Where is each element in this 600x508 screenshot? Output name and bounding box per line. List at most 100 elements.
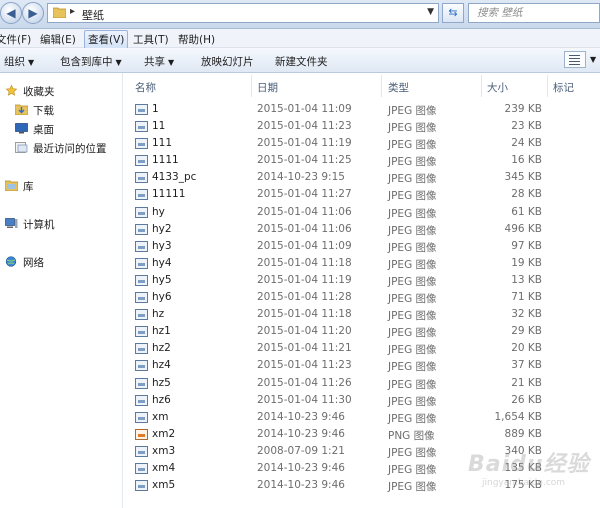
- file-row[interactable]: hy4 2015-01-04 11:18 JPEG 图像 19 KB: [123, 255, 600, 272]
- file-size: 21 KB: [511, 376, 542, 389]
- file-row[interactable]: 111 2015-01-04 11:19 JPEG 图像 24 KB: [123, 135, 600, 152]
- file-row[interactable]: 11 2015-01-04 11:23 JPEG 图像 23 KB: [123, 118, 600, 135]
- file-date: 2015-01-04 11:23: [257, 120, 352, 133]
- organize-button[interactable]: 组织 ▼: [4, 54, 34, 69]
- file-type: JPEG 图像: [388, 156, 437, 169]
- menu-view[interactable]: 查看(V): [84, 30, 129, 49]
- search-input[interactable]: 搜索 壁纸: [468, 3, 600, 23]
- file-row[interactable]: hz1 2015-01-04 11:20 JPEG 图像 29 KB: [123, 323, 600, 340]
- file-row[interactable]: 11111 2015-01-04 11:27 JPEG 图像 28 KB: [123, 186, 600, 203]
- file-type: PNG 图像: [388, 429, 435, 442]
- chevron-down-icon[interactable]: ▼: [590, 55, 596, 64]
- new-folder-button[interactable]: 新建文件夹: [275, 54, 328, 69]
- command-bar: 组织 ▼ 包含到库中 ▼ 共享 ▼ 放映幻灯片 新建文件夹 ▼: [0, 48, 600, 73]
- file-type: JPEG 图像: [388, 105, 437, 117]
- file-row[interactable]: hy3 2015-01-04 11:09 JPEG 图像 97 KB: [123, 238, 600, 255]
- library-icon: [5, 180, 18, 191]
- file-name: 111: [152, 137, 173, 150]
- file-row[interactable]: hz2 2015-01-04 11:21 JPEG 图像 20 KB: [123, 340, 600, 357]
- file-row[interactable]: hy5 2015-01-04 11:19 JPEG 图像 13 KB: [123, 272, 600, 289]
- column-size-header[interactable]: 大小: [487, 80, 508, 95]
- navigation-pane: 收藏夹 下载 桌面 最近访问的位置 库 计算机 网络: [0, 73, 123, 508]
- file-size: 496 KB: [504, 222, 542, 235]
- recent-places-icon: [15, 142, 28, 153]
- file-date: 2014-10-23 9:46: [257, 427, 345, 440]
- file-type: JPEG 图像: [388, 446, 437, 459]
- column-type-header[interactable]: 类型: [388, 80, 409, 95]
- file-name: 1: [152, 103, 159, 115]
- file-row[interactable]: hy2 2015-01-04 11:06 JPEG 图像 496 KB: [123, 221, 600, 238]
- file-name: hz: [152, 308, 165, 321]
- address-dropdown-icon[interactable]: ▼: [427, 7, 434, 17]
- file-type: JPEG 图像: [388, 139, 437, 152]
- file-row[interactable]: hy6 2015-01-04 11:28 JPEG 图像 71 KB: [123, 289, 600, 306]
- file-row[interactable]: xm 2014-10-23 9:46 JPEG 图像 1,654 KB: [123, 409, 600, 426]
- file-row[interactable]: hz4 2015-01-04 11:23 JPEG 图像 37 KB: [123, 357, 600, 374]
- jpeg-file-icon: [135, 480, 148, 492]
- file-name: xm4: [152, 461, 176, 474]
- folder-icon: [53, 7, 66, 18]
- file-size: 71 KB: [511, 291, 542, 304]
- file-name: 11111: [152, 188, 186, 201]
- view-options-button[interactable]: [564, 51, 586, 68]
- file-row[interactable]: hz5 2015-01-04 11:26 JPEG 图像 21 KB: [123, 375, 600, 392]
- address-path[interactable]: 壁纸: [82, 7, 104, 23]
- back-button[interactable]: ◀: [0, 2, 22, 24]
- file-name: hy2: [152, 222, 172, 235]
- column-name-header[interactable]: 名称: [135, 80, 156, 95]
- file-row[interactable]: 4133_pc 2014-10-23 9:15 JPEG 图像 345 KB: [123, 169, 600, 186]
- refresh-button[interactable]: ⇆: [442, 3, 464, 23]
- file-size: 13 KB: [511, 273, 542, 286]
- menu-file[interactable]: 文件(F): [0, 32, 31, 47]
- file-date: 2015-01-04 11:06: [257, 222, 352, 235]
- chevron-down-icon: ▼: [28, 58, 35, 67]
- file-type: JPEG 图像: [388, 122, 437, 135]
- column-tags-header[interactable]: 标记: [553, 80, 574, 95]
- menu-edit[interactable]: 编辑(E): [40, 32, 76, 47]
- forward-button[interactable]: ▶: [22, 2, 44, 24]
- file-type: JPEG 图像: [388, 293, 437, 306]
- file-date: 2015-01-04 11:18: [257, 256, 352, 269]
- file-name: hy6: [152, 291, 172, 304]
- file-size: 61 KB: [511, 205, 542, 218]
- address-input[interactable]: ▸ 壁纸 ▼: [47, 3, 439, 23]
- computer-icon: [5, 218, 18, 228]
- file-row[interactable]: 1 2015-01-04 11:09 JPEG 图像 239 KB: [123, 101, 600, 118]
- share-button[interactable]: 共享 ▼: [144, 54, 174, 69]
- jpeg-file-icon: [135, 309, 148, 321]
- menu-help[interactable]: 帮助(H): [178, 32, 215, 47]
- file-name: xm: [152, 410, 169, 423]
- menu-bar: 文件(F) 编辑(E) 查看(V) 工具(T) 帮助(H): [0, 29, 600, 49]
- menu-tools[interactable]: 工具(T): [133, 32, 169, 47]
- file-size: 23 KB: [511, 120, 542, 133]
- file-row[interactable]: hz 2015-01-04 11:18 JPEG 图像 32 KB: [123, 306, 600, 323]
- chevron-down-icon: ▼: [168, 58, 175, 67]
- file-row[interactable]: 1111 2015-01-04 11:25 JPEG 图像 16 KB: [123, 152, 600, 169]
- jpeg-file-icon: [135, 172, 148, 184]
- jpeg-file-icon: [135, 394, 148, 406]
- file-size: 19 KB: [511, 256, 542, 269]
- file-type: JPEG 图像: [388, 173, 437, 186]
- slideshow-button[interactable]: 放映幻灯片: [201, 54, 254, 69]
- jpeg-file-icon: [135, 104, 148, 115]
- jpeg-file-icon: [135, 121, 148, 133]
- include-in-library-button[interactable]: 包含到库中 ▼: [60, 54, 122, 69]
- file-row[interactable]: hz6 2015-01-04 11:30 JPEG 图像 26 KB: [123, 392, 600, 409]
- jpeg-file-icon: [135, 343, 148, 355]
- address-toolbar: ◀ ▶ ▸ 壁纸 ▼ ⇆ 搜索 壁纸: [0, 0, 600, 29]
- file-type: JPEG 图像: [388, 310, 437, 323]
- column-date-header[interactable]: 日期: [257, 80, 278, 95]
- file-row[interactable]: xm2 2014-10-23 9:46 PNG 图像 889 KB: [123, 426, 600, 443]
- file-date: 2008-07-09 1:21: [257, 444, 345, 457]
- jpeg-file-icon: [135, 377, 148, 389]
- file-row[interactable]: hy 2015-01-04 11:06 JPEG 图像 61 KB: [123, 204, 600, 221]
- chevron-right-icon[interactable]: ▸: [70, 6, 75, 17]
- file-size: 37 KB: [511, 359, 542, 372]
- file-date: 2015-01-04 11:18: [257, 308, 352, 321]
- file-size: 239 KB: [504, 103, 542, 115]
- file-date: 2014-10-23 9:46: [257, 461, 345, 474]
- jpeg-file-icon: [135, 240, 148, 252]
- file-date: 2015-01-04 11:23: [257, 359, 352, 372]
- file-type: JPEG 图像: [388, 224, 437, 237]
- file-date: 2015-01-04 11:20: [257, 325, 352, 338]
